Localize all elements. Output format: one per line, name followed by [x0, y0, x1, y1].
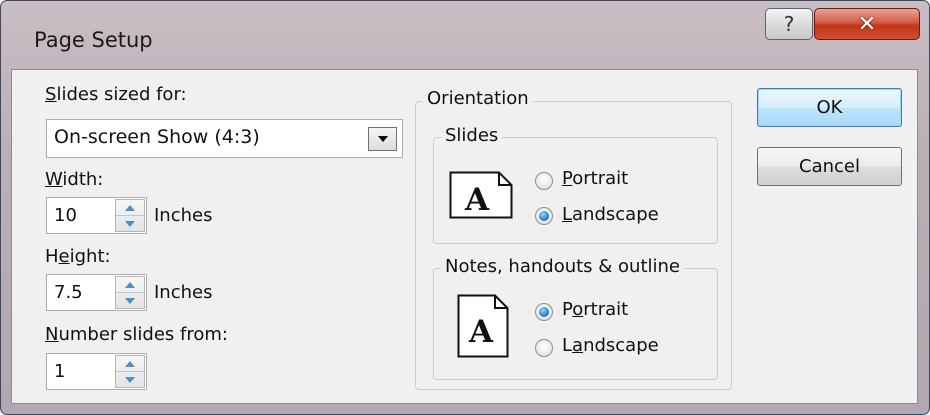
slides-sized-for-label: Slides sized for: — [45, 84, 187, 105]
slides-sized-for-value: On-screen Show (4:3) — [54, 126, 260, 148]
ok-button[interactable]: OK — [757, 88, 902, 127]
dialog-client-area: Slides sized for: On-screen Show (4:3) W… — [11, 69, 918, 404]
slides-landscape-label[interactable]: Landscape — [562, 204, 659, 225]
close-button[interactable]: ✕ — [814, 8, 920, 40]
orientation-group-title: Orientation — [423, 88, 533, 109]
height-value: 7.5 — [54, 282, 83, 303]
notes-landscape-label[interactable]: Landscape — [562, 335, 659, 356]
number-slides-from-label: Number slides from: — [45, 324, 228, 345]
number-slides-spin-arrows — [115, 355, 145, 388]
number-slides-decrement-button[interactable] — [116, 372, 144, 387]
arrow-down-icon — [125, 220, 135, 227]
arrow-up-icon — [125, 204, 135, 211]
close-icon: ✕ — [857, 11, 877, 37]
arrow-up-icon — [125, 360, 135, 367]
slides-portrait-radio[interactable] — [535, 172, 553, 190]
height-decrement-button[interactable] — [116, 293, 144, 308]
portrait-page-icon: A — [457, 294, 509, 358]
width-value: 10 — [54, 205, 77, 226]
slides-landscape-radio[interactable] — [535, 207, 553, 225]
title-bar[interactable]: Page Setup ? ✕ — [1, 1, 929, 69]
dropdown-arrow-button[interactable] — [368, 127, 397, 151]
height-unit-label: Inches — [154, 282, 213, 303]
slides-portrait-label[interactable]: Portrait — [562, 168, 628, 189]
number-slides-increment-button[interactable] — [116, 356, 144, 372]
arrow-down-icon — [125, 376, 135, 383]
width-increment-button[interactable] — [116, 200, 144, 216]
width-label: Width: — [45, 169, 104, 190]
height-stepper[interactable]: 7.5 — [46, 274, 147, 311]
dialog-title: Page Setup — [34, 28, 153, 52]
page-icon-letter: A — [464, 182, 490, 218]
height-spin-arrows — [115, 276, 145, 309]
width-unit-label: Inches — [154, 205, 213, 226]
notes-landscape-radio[interactable] — [535, 339, 553, 357]
page-setup-dialog: Page Setup ? ✕ Slides sized for: On-scre… — [0, 0, 930, 415]
number-slides-from-value: 1 — [54, 361, 66, 382]
help-button[interactable]: ? — [765, 8, 813, 40]
slides-sized-for-select[interactable]: On-screen Show (4:3) — [46, 119, 403, 158]
width-spin-arrows — [115, 199, 145, 232]
width-decrement-button[interactable] — [116, 216, 144, 231]
width-stepper[interactable]: 10 — [46, 197, 147, 234]
height-increment-button[interactable] — [116, 277, 144, 293]
arrow-down-icon — [125, 297, 135, 304]
help-icon: ? — [783, 12, 795, 36]
notes-portrait-label[interactable]: Portrait — [562, 299, 628, 320]
number-slides-from-stepper[interactable]: 1 — [46, 353, 147, 390]
page-icon-letter: A — [468, 314, 494, 350]
notes-group-title: Notes, handouts & outline — [441, 256, 685, 277]
arrow-up-icon — [125, 281, 135, 288]
landscape-page-icon: A — [449, 171, 513, 219]
slides-group-title: Slides — [441, 125, 503, 146]
notes-portrait-radio[interactable] — [535, 303, 553, 321]
chevron-down-icon — [377, 136, 388, 142]
cancel-button[interactable]: Cancel — [757, 147, 902, 186]
height-label: Height: — [45, 246, 111, 267]
